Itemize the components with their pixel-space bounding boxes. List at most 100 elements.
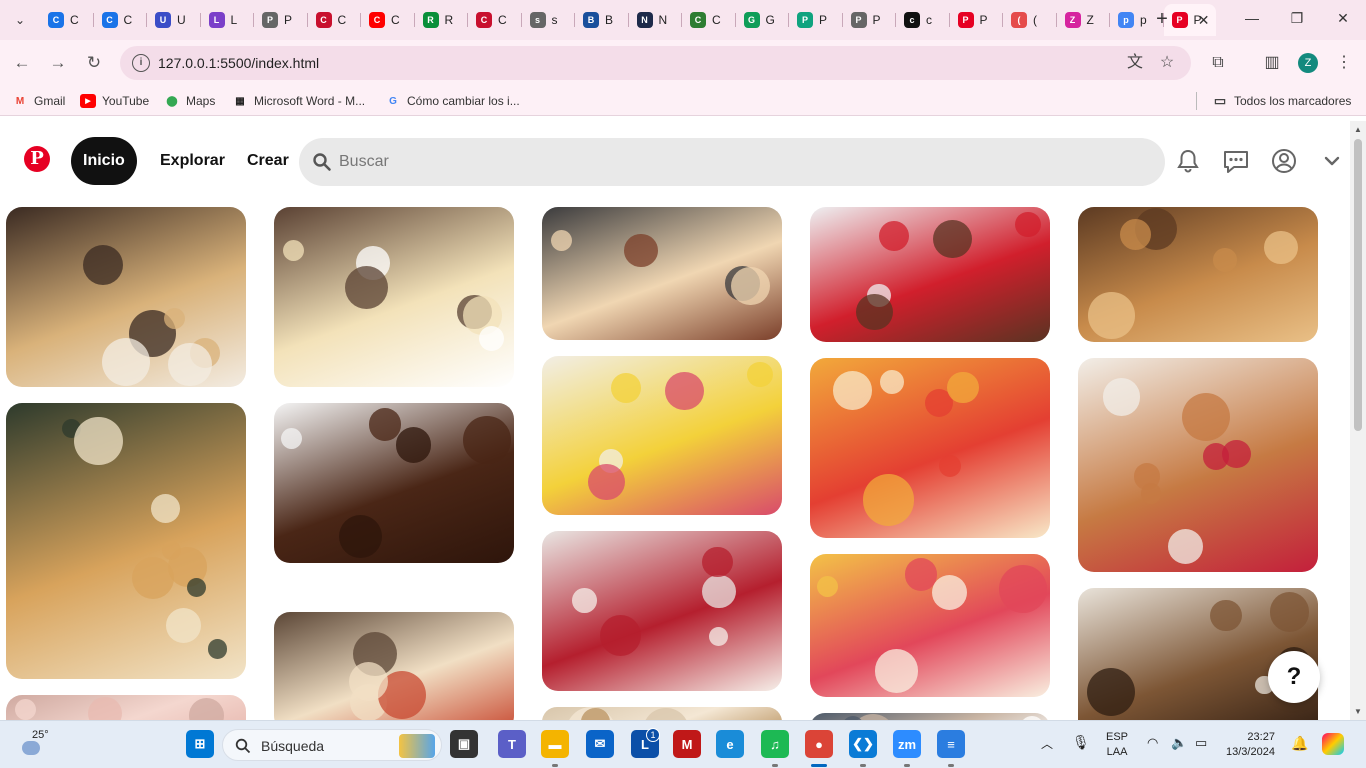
- mail-icon[interactable]: ✉: [586, 730, 614, 758]
- browser-tab[interactable]: CC: [468, 4, 522, 36]
- copilot-icon[interactable]: [1322, 733, 1344, 755]
- browser-tab[interactable]: CC: [94, 4, 148, 36]
- address-bar[interactable]: i 127.0.0.1:5500/index.html ⽂ ☆: [120, 46, 1191, 80]
- scroll-up-icon[interactable]: ▲: [1354, 125, 1362, 134]
- pinterest-logo[interactable]: P: [24, 146, 50, 172]
- language-indicator[interactable]: ESP LAA: [1106, 730, 1128, 760]
- chevron-down-icon[interactable]: [1318, 147, 1346, 175]
- bookmark-youtube[interactable]: ▶ YouTube: [80, 92, 149, 110]
- pin-mini-tarts[interactable]: [6, 207, 246, 387]
- pin-cake-slices[interactable]: [810, 207, 1050, 342]
- wifi-icon[interactable]: ◠: [1147, 735, 1158, 751]
- restore-icon[interactable]: ❐: [1287, 10, 1307, 30]
- browser-tab[interactable]: BB: [575, 4, 629, 36]
- browser-tab[interactable]: LL: [201, 4, 255, 36]
- browser-tab[interactable]: CC: [682, 4, 736, 36]
- nav-create[interactable]: Crear: [235, 137, 301, 185]
- pin-chocolate-dessert[interactable]: [274, 403, 514, 563]
- browser-tab[interactable]: RR: [415, 4, 469, 36]
- zoom-icon[interactable]: zm: [893, 730, 921, 758]
- file-explorer-icon[interactable]: ▬: [541, 730, 569, 758]
- pin-croissants-pastries[interactable]: [1078, 207, 1318, 342]
- vscode-icon[interactable]: ❮❯: [849, 730, 877, 758]
- help-button[interactable]: ?: [1268, 651, 1320, 703]
- pin-donuts[interactable]: [1078, 358, 1318, 572]
- browser-tab[interactable]: UU: [147, 4, 201, 36]
- browser-tab[interactable]: ZZ: [1057, 4, 1111, 36]
- tab-search-button[interactable]: ⌄: [8, 8, 32, 32]
- messages-icon[interactable]: [1222, 147, 1250, 175]
- spotify-icon[interactable]: ♫: [761, 730, 789, 758]
- nav-explore[interactable]: Explorar: [148, 137, 237, 185]
- extensions-icon[interactable]: ⧉: [1207, 52, 1229, 74]
- pin-cake-display[interactable]: [542, 207, 782, 340]
- search-bar[interactable]: Buscar: [299, 138, 1165, 186]
- browser-tab[interactable]: PP: [843, 4, 897, 36]
- browser-tab[interactable]: CC: [308, 4, 362, 36]
- tray-overflow-icon[interactable]: ︿: [1041, 735, 1053, 752]
- close-window-icon[interactable]: ✕: [1333, 10, 1353, 30]
- notepad-icon[interactable]: ≡: [937, 730, 965, 758]
- browser-tab[interactable]: ((: [1003, 4, 1057, 36]
- tab-title: C: [391, 13, 400, 27]
- all-bookmarks[interactable]: ▭ Todos los marcadores: [1212, 92, 1352, 110]
- pin-pink-dessert[interactable]: [6, 695, 246, 720]
- battery-icon[interactable]: ▭: [1195, 735, 1207, 751]
- profile-avatar[interactable]: Z: [1298, 53, 1318, 73]
- pin-colorful-pastries[interactable]: [810, 554, 1050, 697]
- browser-tab[interactable]: PP: [789, 4, 843, 36]
- bookmark-google[interactable]: G Cómo cambiar los i...: [385, 92, 520, 110]
- pin-lemon-meringue-tarts[interactable]: [6, 403, 246, 679]
- scrollbar-thumb[interactable]: [1354, 139, 1362, 431]
- task-view-icon[interactable]: ▣: [450, 730, 478, 758]
- teams-icon[interactable]: T: [498, 730, 526, 758]
- pin-dessert-bottom[interactable]: [810, 713, 1050, 720]
- notifications-icon[interactable]: 🔔: [1291, 735, 1308, 752]
- page-scrollbar[interactable]: ▲ ▼: [1350, 121, 1366, 720]
- pin-image-detail: [1086, 667, 1136, 716]
- browser-tab[interactable]: cc: [896, 4, 950, 36]
- browser-tab[interactable]: CC: [361, 4, 415, 36]
- nav-home[interactable]: Inicio: [71, 137, 137, 185]
- globe-icon: s: [529, 12, 546, 28]
- back-button[interactable]: ←: [10, 51, 34, 75]
- profile-icon[interactable]: [1270, 147, 1298, 175]
- microphone-icon[interactable]: 🎙: [1072, 734, 1090, 751]
- browser-tab[interactable]: GG: [736, 4, 790, 36]
- side-panel-icon[interactable]: ▥: [1261, 52, 1283, 74]
- scroll-down-icon[interactable]: ▼: [1354, 707, 1362, 716]
- pin-layered-pastries[interactable]: [274, 612, 514, 720]
- minimize-icon[interactable]: —: [1242, 10, 1262, 30]
- bookmark-word[interactable]: ▦ Microsoft Word - M...: [232, 92, 365, 110]
- browser-tab[interactable]: NN: [629, 4, 683, 36]
- mcafee-icon[interactable]: M: [673, 730, 701, 758]
- pin-image-detail: [1203, 443, 1230, 470]
- new-tab-button[interactable]: +: [1150, 8, 1174, 32]
- volume-icon[interactable]: 🔈: [1171, 735, 1187, 751]
- bell-icon[interactable]: [1174, 147, 1202, 175]
- reload-button[interactable]: ↻: [82, 51, 106, 75]
- pin-red-velvet-cake[interactable]: [542, 531, 782, 691]
- browser-tab[interactable]: PP: [254, 4, 308, 36]
- clock[interactable]: 23:27 13/3/2024: [1226, 730, 1275, 760]
- forward-button[interactable]: →: [46, 51, 70, 75]
- browser-tab[interactable]: CC: [40, 4, 94, 36]
- taskbar-search[interactable]: Búsqueda: [222, 729, 442, 761]
- bookmark-gmail[interactable]: M Gmail: [12, 92, 66, 110]
- pin-bakery-treats[interactable]: [542, 707, 782, 720]
- translate-icon[interactable]: ⽂: [1126, 54, 1144, 72]
- bookmark-star-icon[interactable]: ☆: [1158, 54, 1176, 72]
- pin-coconut-cake[interactable]: [274, 207, 514, 387]
- site-info-icon[interactable]: i: [132, 54, 150, 72]
- bookmark-maps[interactable]: ⬤ Maps: [164, 92, 215, 110]
- chrome-icon[interactable]: ●: [805, 730, 833, 758]
- browser-tab[interactable]: ss: [522, 4, 576, 36]
- pin-lemon-cakes[interactable]: [542, 356, 782, 515]
- edge-icon[interactable]: e: [716, 730, 744, 758]
- u-icon: U: [155, 12, 171, 28]
- close-tab-icon[interactable]: ✕: [1198, 12, 1210, 29]
- browser-tab[interactable]: PP: [950, 4, 1004, 36]
- menu-icon[interactable]: ⋮: [1333, 52, 1355, 74]
- start-icon[interactable]: ⊞: [186, 730, 214, 758]
- pin-fruit-tarts-buffet[interactable]: [810, 358, 1050, 538]
